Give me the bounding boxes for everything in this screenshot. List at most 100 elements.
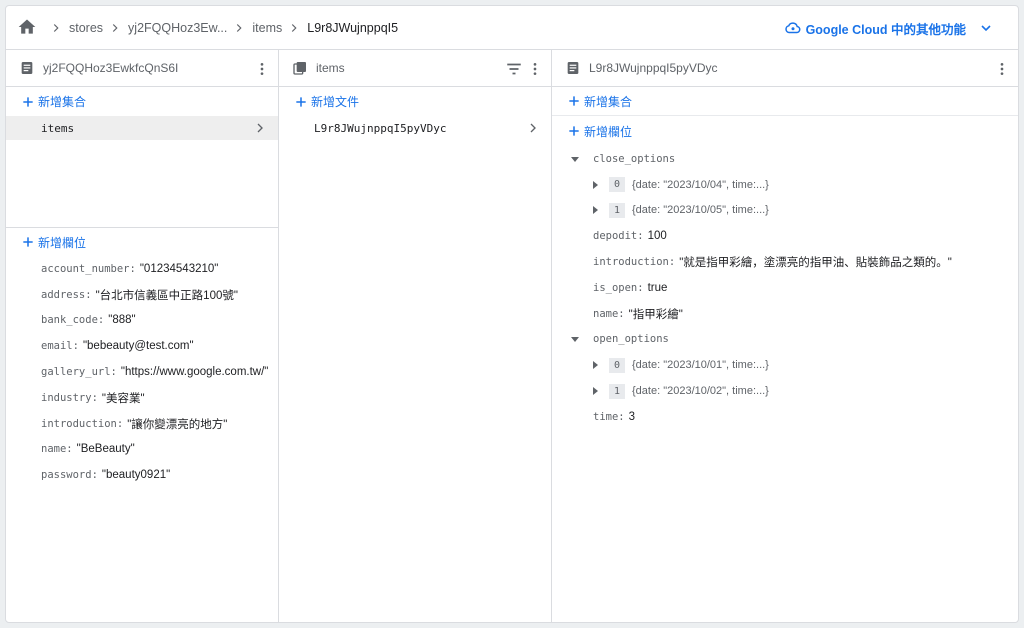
field-key: name: bbox=[41, 443, 73, 456]
field-row[interactable]: gallery_url: https://www.google.com.tw/ bbox=[6, 359, 278, 385]
collection-item-items[interactable]: items bbox=[6, 116, 278, 140]
store-document-column: yj2FQQHoz3EwkfcQnS6I 新增集合 items 新增欄位 acc… bbox=[6, 50, 279, 622]
array-item-row[interactable]: 1 {date: "2023/10/05", time:...} bbox=[552, 198, 1018, 224]
field-value: 100 bbox=[647, 230, 667, 243]
breadcrumb-stores[interactable]: stores bbox=[69, 21, 103, 35]
plus-icon bbox=[569, 96, 579, 106]
filter-icon[interactable] bbox=[505, 60, 523, 78]
add-collection-button[interactable]: 新增集合 bbox=[6, 87, 278, 116]
add-field-label: 新增欄位 bbox=[38, 235, 87, 250]
field-value: bebeauty@test.com bbox=[83, 340, 194, 352]
home-icon[interactable] bbox=[17, 17, 37, 37]
field-row[interactable]: address: 台北市信義區中正路100號 bbox=[6, 282, 278, 308]
add-field-button[interactable]: 新增欄位 bbox=[6, 228, 278, 256]
field-value: BeBeauty bbox=[77, 443, 135, 455]
add-collection-button[interactable]: 新增集合 bbox=[552, 87, 1018, 116]
field-key: name: bbox=[593, 307, 625, 320]
field-key: bank_code: bbox=[41, 314, 105, 327]
field-row[interactable]: name: BeBeauty bbox=[6, 437, 278, 463]
field-value: 指甲彩繪 bbox=[629, 306, 683, 322]
plus-icon bbox=[569, 126, 579, 136]
field-row[interactable]: introduction: 就是指甲彩繪，塗漂亮的指甲油、貼裝飾品之類的。 bbox=[552, 249, 1018, 275]
array-item-row[interactable]: 0 {date: "2023/10/01", time:...} bbox=[552, 352, 1018, 378]
item-document-column: L9r8JWujnppqI5pyVDyc 新增集合 新增欄位 close_opt… bbox=[552, 50, 1018, 622]
array-index: 0 bbox=[609, 357, 625, 373]
field-row[interactable]: industry: 美容業 bbox=[6, 385, 278, 411]
field-value: 3 bbox=[628, 410, 636, 423]
items-collection-column: items 新增文件 L9r8JWujnppqI5pyVDyc bbox=[279, 50, 552, 622]
field-row-close-options[interactable]: close_options bbox=[552, 146, 1018, 172]
breadcrumb-items[interactable]: items bbox=[252, 21, 282, 35]
caret-down-icon[interactable] bbox=[569, 333, 581, 345]
caret-right-icon[interactable] bbox=[589, 385, 601, 397]
array-index: 1 bbox=[609, 383, 625, 399]
field-value: 美容業 bbox=[102, 390, 145, 406]
firestore-panel: stores yj2FQQHoz3Ew... items L9r8JWujnpp… bbox=[5, 5, 1019, 623]
field-value: 888 bbox=[108, 314, 135, 326]
plus-icon bbox=[23, 237, 33, 247]
map-summary: {date: "2023/10/01", time:...} bbox=[632, 359, 769, 372]
field-row[interactable]: time: 3 bbox=[552, 404, 1018, 430]
add-field-button[interactable]: 新增欄位 bbox=[552, 116, 1018, 146]
field-key: gallery_url: bbox=[41, 366, 117, 379]
breadcrumb-store-doc[interactable]: yj2FQQHoz3Ew... bbox=[128, 21, 227, 35]
field-value: 01234543210 bbox=[140, 263, 219, 275]
field-row[interactable]: bank_code:888 bbox=[6, 308, 278, 334]
caret-right-icon[interactable] bbox=[589, 179, 601, 191]
map-summary: {date: "2023/10/02", time:...} bbox=[632, 385, 769, 398]
field-key: address: bbox=[41, 288, 92, 301]
collection-icon bbox=[293, 62, 306, 75]
array-index: 1 bbox=[609, 202, 625, 218]
breadcrumb-item-doc[interactable]: L9r8JWujnppqI5 bbox=[307, 21, 398, 35]
field-key: industry: bbox=[41, 391, 98, 404]
plus-icon bbox=[23, 96, 33, 107]
chevron-right-icon bbox=[231, 20, 247, 36]
caret-right-icon[interactable] bbox=[589, 359, 601, 371]
field-row[interactable]: account_number: 01234543210 bbox=[6, 256, 278, 282]
field-value: 就是指甲彩繪，塗漂亮的指甲油、貼裝飾品之類的。 bbox=[679, 254, 952, 270]
store-document-header: yj2FQQHoz3EwkfcQnS6I bbox=[6, 50, 278, 87]
items-collection-header: items bbox=[279, 50, 551, 87]
collection-item-label: items bbox=[41, 121, 75, 135]
add-collection-label: 新增集合 bbox=[38, 95, 87, 109]
cloud-icon bbox=[784, 22, 801, 34]
field-value: 台北市信義區中正路100號 bbox=[96, 287, 238, 303]
add-document-button[interactable]: 新增文件 bbox=[279, 87, 551, 116]
item-document-header: L9r8JWujnppqI5pyVDyc bbox=[552, 50, 1018, 87]
field-key: account_number: bbox=[41, 262, 136, 275]
add-document-label: 新增文件 bbox=[311, 95, 360, 109]
field-row-open-options[interactable]: open_options bbox=[552, 327, 1018, 353]
add-collection-label: 新增集合 bbox=[584, 94, 633, 109]
field-row[interactable]: name: 指甲彩繪 bbox=[552, 301, 1018, 327]
field-row[interactable]: introduction:讓你變漂亮的地方 bbox=[6, 411, 278, 437]
store-document-title: yj2FQQHoz3EwkfcQnS6I bbox=[43, 61, 179, 75]
map-summary: {date: "2023/10/04", time:...} bbox=[632, 178, 769, 191]
array-item-row[interactable]: 0 {date: "2023/10/04", time:...} bbox=[552, 172, 1018, 198]
field-value: true bbox=[647, 281, 668, 294]
document-item[interactable]: L9r8JWujnppqI5pyVDyc bbox=[279, 116, 551, 140]
field-key: close_options bbox=[593, 152, 676, 165]
array-item-row[interactable]: 1 {date: "2023/10/02", time:...} bbox=[552, 378, 1018, 404]
chevron-right-icon bbox=[107, 20, 123, 36]
field-row[interactable]: email: bebeauty@test.com bbox=[6, 333, 278, 359]
more-vert-icon[interactable] bbox=[254, 60, 270, 78]
more-vert-icon[interactable] bbox=[994, 60, 1010, 78]
chevron-right-icon bbox=[257, 123, 263, 133]
map-summary: {date: "2023/10/05", time:...} bbox=[632, 204, 769, 217]
field-key: introduction: bbox=[41, 417, 124, 430]
chevron-down-icon bbox=[981, 25, 991, 32]
field-value: https://www.google.com.tw/ bbox=[121, 366, 269, 378]
more-vert-icon[interactable] bbox=[527, 60, 543, 78]
field-row[interactable]: depodit: 100 bbox=[552, 223, 1018, 249]
document-field-tree: close_options 0 {date: "2023/10/04", tim… bbox=[552, 146, 1018, 430]
item-document-title: L9r8JWujnppqI5pyVDyc bbox=[589, 61, 718, 75]
google-cloud-more-button[interactable]: Google Cloud 中的其他功能 bbox=[784, 6, 994, 50]
field-key: introduction: bbox=[593, 256, 676, 269]
field-key: is_open: bbox=[593, 281, 644, 294]
document-icon bbox=[21, 62, 33, 74]
field-row[interactable]: is_open: true bbox=[552, 275, 1018, 301]
field-row[interactable]: password: beauty0921 bbox=[6, 462, 278, 488]
caret-down-icon[interactable] bbox=[569, 153, 581, 165]
caret-right-icon[interactable] bbox=[589, 204, 601, 216]
items-collection-title: items bbox=[316, 61, 345, 75]
